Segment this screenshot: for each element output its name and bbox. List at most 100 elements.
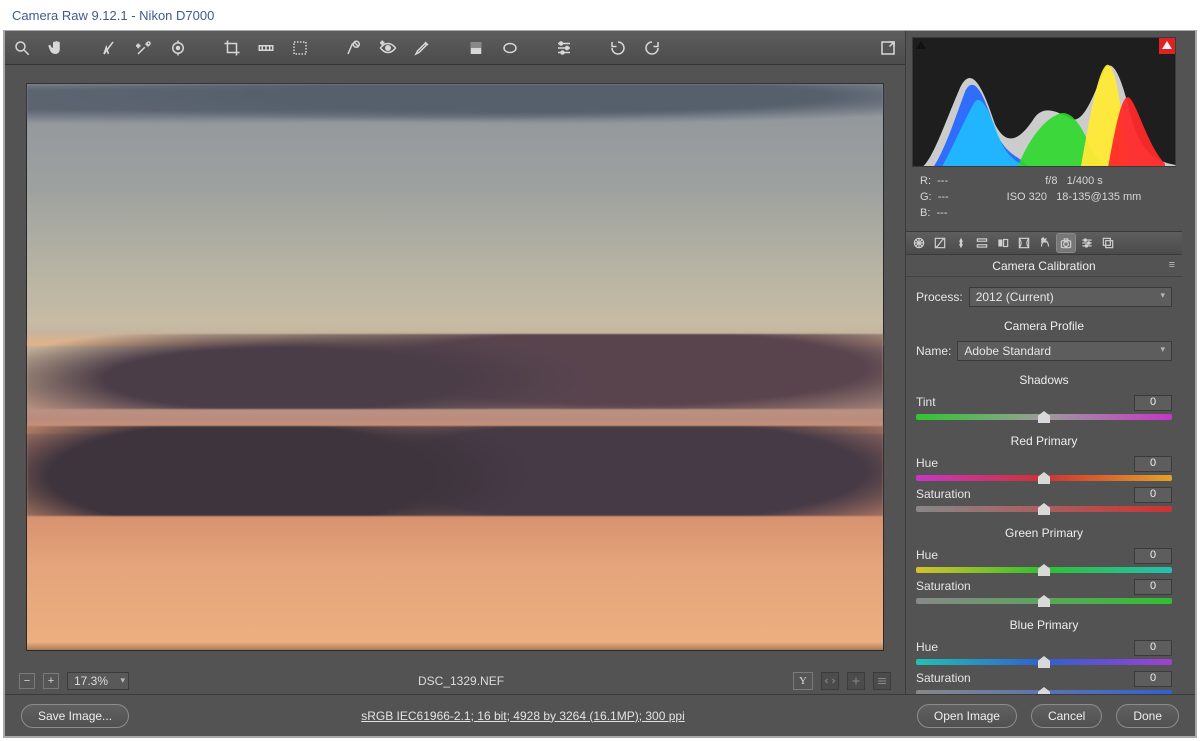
red-hue-label: Hue — [916, 456, 938, 472]
red-hue-thumb[interactable] — [1038, 472, 1050, 484]
panel-title: Camera Calibration — [992, 259, 1095, 273]
green-sat-thumb[interactable] — [1038, 595, 1050, 607]
red-hue-value[interactable]: 0 — [1134, 456, 1172, 472]
save-image-label: Save Image... — [38, 709, 112, 723]
red-eye-tool-icon[interactable]: + — [379, 39, 397, 57]
save-image-button[interactable]: Save Image... — [21, 704, 129, 728]
process-value: 2012 (Current) — [976, 290, 1054, 304]
preview-status-bar: − + 17.3% DSC_1329.NEF Y — [5, 668, 905, 694]
tab-camera-calibration[interactable] — [1057, 234, 1075, 252]
red-sat-value[interactable]: 0 — [1134, 487, 1172, 503]
tab-detail[interactable] — [952, 234, 970, 252]
green-sat-slider[interactable] — [916, 598, 1172, 604]
zoom-select[interactable]: 17.3% — [67, 672, 129, 690]
tab-split-toning[interactable] — [994, 234, 1012, 252]
g-value: --- — [938, 191, 949, 203]
tab-tone-curve[interactable] — [931, 234, 949, 252]
radial-filter-tool-icon[interactable] — [501, 39, 519, 57]
blue-sat-slider[interactable] — [916, 690, 1172, 694]
profile-name-label: Name: — [916, 344, 951, 358]
fullscreen-icon[interactable] — [879, 39, 897, 57]
tint-value[interactable]: 0 — [1134, 395, 1172, 411]
blue-hue-label: Hue — [916, 640, 938, 656]
shutter-value: 1/400 s — [1067, 175, 1103, 187]
spot-removal-tool-icon[interactable] — [345, 39, 363, 57]
tint-label: Tint — [916, 395, 936, 411]
preview-area[interactable] — [5, 65, 905, 668]
green-sat-value[interactable]: 0 — [1134, 579, 1172, 595]
tint-thumb[interactable] — [1038, 411, 1050, 423]
blue-sat-label: Saturation — [916, 671, 971, 687]
iso-value: ISO 320 — [1007, 191, 1047, 203]
r-value: --- — [937, 175, 948, 187]
view-options-button[interactable] — [873, 672, 891, 690]
straighten-tool-icon[interactable] — [257, 39, 275, 57]
adjustment-brush-tool-icon[interactable] — [413, 39, 431, 57]
settings-body: Process: 2012 (Current) Camera Profile N… — [906, 277, 1182, 694]
blue-hue-value[interactable]: 0 — [1134, 640, 1172, 656]
done-button[interactable]: Done — [1116, 704, 1179, 728]
right-pane: R: --- G: --- B: --- f/8 1/400 s ISO 320… — [905, 31, 1182, 694]
toolbar: + + — [5, 31, 905, 65]
blue-hue-slider[interactable] — [916, 659, 1172, 665]
color-sampler-tool-icon[interactable]: + — [135, 39, 153, 57]
done-label: Done — [1133, 709, 1162, 723]
zoom-out-button[interactable]: − — [19, 673, 35, 689]
tab-lens-corrections[interactable] — [1015, 234, 1033, 252]
profile-name-select[interactable]: Adobe Standard — [957, 341, 1172, 361]
red-sat-thumb[interactable] — [1038, 503, 1050, 515]
tab-snapshots[interactable] — [1099, 234, 1117, 252]
histogram[interactable] — [912, 37, 1176, 167]
green-hue-thumb[interactable] — [1038, 564, 1050, 576]
green-hue-value[interactable]: 0 — [1134, 548, 1172, 564]
green-hue-slider[interactable] — [916, 567, 1172, 573]
footer: Save Image... sRGB IEC61966-2.1; 16 bit;… — [5, 694, 1195, 736]
green-primary-heading: Green Primary — [916, 526, 1172, 540]
app-area: + + — [3, 30, 1197, 738]
panel-title-row: Camera Calibration ≡ — [906, 255, 1182, 277]
preferences-icon[interactable] — [555, 39, 573, 57]
green-hue-label: Hue — [916, 548, 938, 564]
rotate-cw-icon[interactable] — [643, 39, 661, 57]
tint-slider[interactable] — [916, 414, 1172, 420]
before-after-button[interactable]: Y — [793, 672, 813, 690]
crop-tool-icon[interactable] — [223, 39, 241, 57]
panel-tabs: fx — [906, 231, 1182, 255]
blue-sat-value[interactable]: 0 — [1134, 671, 1172, 687]
tab-presets[interactable] — [1078, 234, 1096, 252]
rotate-ccw-icon[interactable] — [609, 39, 627, 57]
swap-view-button[interactable] — [821, 672, 839, 690]
aperture-value: f/8 — [1045, 175, 1057, 187]
hand-tool-icon[interactable] — [47, 39, 65, 57]
blue-sat-thumb[interactable] — [1038, 687, 1050, 694]
targeted-adjustment-tool-icon[interactable] — [169, 39, 187, 57]
transform-tool-icon[interactable] — [291, 39, 309, 57]
camera-profile-heading: Camera Profile — [916, 319, 1172, 333]
shadows-heading: Shadows — [916, 373, 1172, 387]
white-balance-tool-icon[interactable] — [101, 39, 119, 57]
blue-primary-heading: Blue Primary — [916, 618, 1172, 632]
tab-hsl[interactable] — [973, 234, 991, 252]
titlebar: Camera Raw 9.12.1 - Nikon D7000 — [0, 0, 1200, 30]
blue-hue-thumb[interactable] — [1038, 656, 1050, 668]
shadow-clip-indicator[interactable] — [913, 38, 929, 54]
cancel-button[interactable]: Cancel — [1031, 704, 1102, 728]
open-image-button[interactable]: Open Image — [917, 704, 1017, 728]
process-label: Process: — [916, 290, 963, 304]
b-value: --- — [937, 207, 948, 219]
graduated-filter-tool-icon[interactable] — [467, 39, 485, 57]
zoom-in-button[interactable]: + — [43, 673, 59, 689]
zoom-tool-icon[interactable] — [13, 39, 31, 57]
left-pane: + + — [5, 31, 905, 694]
red-sat-slider[interactable] — [916, 506, 1172, 512]
process-select[interactable]: 2012 (Current) — [969, 287, 1172, 307]
tab-effects[interactable]: fx — [1036, 234, 1054, 252]
svg-text:fx: fx — [1042, 238, 1046, 244]
readout-row: R: --- G: --- B: --- f/8 1/400 s ISO 320… — [906, 167, 1182, 231]
copy-settings-button[interactable] — [847, 672, 865, 690]
highlight-clip-indicator[interactable] — [1159, 38, 1175, 54]
tab-basic[interactable] — [910, 234, 928, 252]
panel-menu-icon[interactable]: ≡ — [1169, 259, 1176, 271]
red-hue-slider[interactable] — [916, 475, 1172, 481]
workflow-options-link[interactable]: sRGB IEC61966-2.1; 16 bit; 4928 by 3264 … — [361, 709, 685, 723]
